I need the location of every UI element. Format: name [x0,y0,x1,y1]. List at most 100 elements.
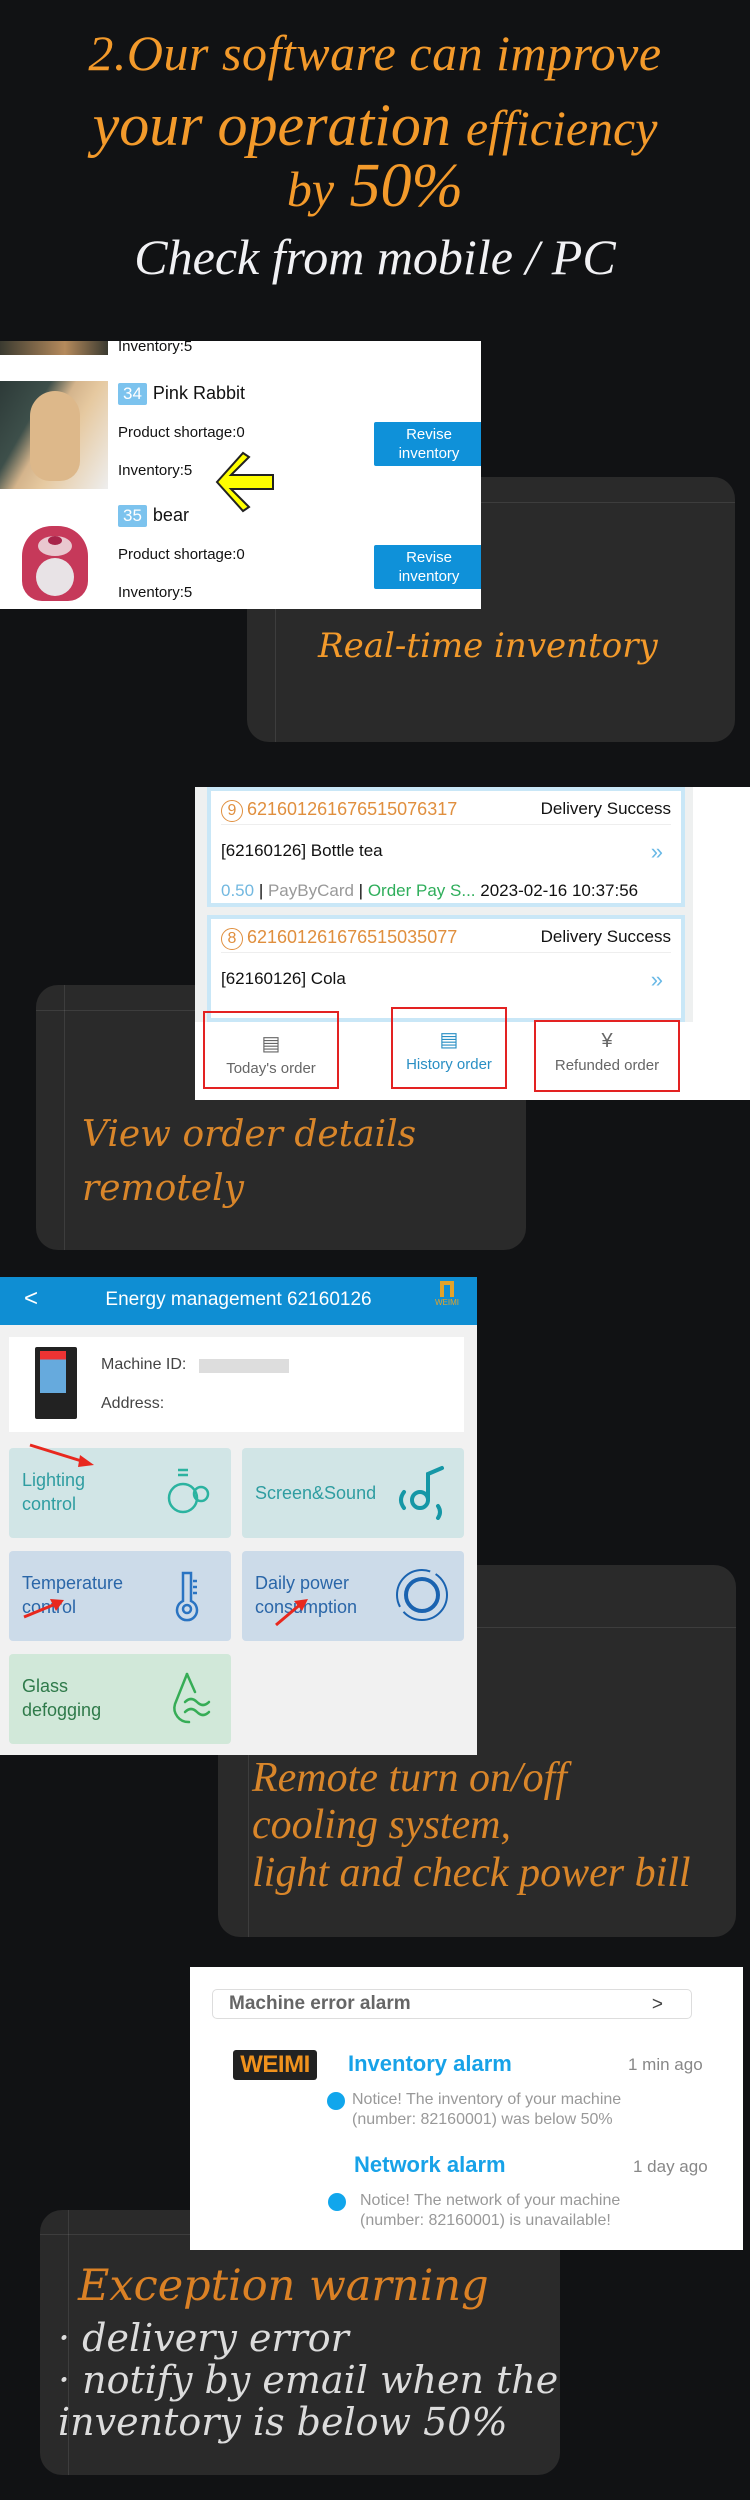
product-name: Pink Rabbit [152,383,245,403]
exception-bullets: · delivery error · notify by email when … [58,2316,559,2444]
bulb-gear-icon [167,1468,210,1514]
notification-dot-icon [327,2092,345,2110]
energy-header: < Energy management 62160126 WEIMI [0,1277,477,1325]
alarm-header-label: Machine error alarm [229,1993,411,2014]
music-note-sound-icon [399,1466,444,1520]
product-image-pink-rabbit [0,381,108,489]
energy-panel: < Energy management 62160126 WEIMI Machi… [0,1277,477,1755]
order-status: Delivery Success [540,927,671,946]
order-card[interactable]: 8 621601261676515035077 Delivery Success … [207,915,685,1022]
tile-label: control [22,1494,77,1514]
headline-by: by [286,161,335,217]
tile-glass-defogging[interactable]: Glass defogging [9,1654,231,1744]
weimi-logo: WEIMI [435,1281,459,1307]
water-drop-waves-icon [173,1672,211,1724]
revise-inventory-button[interactable]: Revise inventory [374,545,481,589]
inventory-count: Inventory:5 [118,341,193,355]
bullet-item: · delivery error [58,2316,349,2360]
headline-efficiency: efficiency [465,100,658,156]
tile-label: Screen&Sound [255,1483,377,1503]
refund-yen-icon: ¥ [601,1030,613,1052]
tile-label: Temperature [22,1573,124,1593]
alarm-time: 1 min ago [628,2055,703,2074]
inventory-count: Inventory:5 [118,462,193,479]
tab-history-order[interactable]: ▤ History order [391,1007,507,1089]
headline-operation: your operation [92,92,451,158]
order-id: 621601261676515035077 [247,927,458,947]
address-label: Address: [101,1395,165,1412]
order-pay-status: Order Pay S... [367,881,476,900]
orders-panel: 9 621601261676515076317 Delivery Success … [195,787,750,1100]
order-index: 8 [221,928,243,950]
product-number-badge: 35 [118,505,147,527]
alarm-panel: Machine error alarm > WEIMI Inventory al… [190,1967,743,2250]
machine-error-alarm-row[interactable]: Machine error alarm > [212,1989,692,2019]
tab-label: History order [406,1056,492,1073]
thermometer-icon [175,1571,199,1622]
product-shortage: Product shortage:0 [118,546,245,563]
chevron-right-icon: > [651,1994,663,2015]
order-card[interactable]: 9 621601261676515076317 Delivery Success … [207,787,685,907]
order-meta: 0.50 | PayByCard | Order Pay S... 2023-0… [221,881,639,900]
tile-label: Daily power [255,1573,350,1593]
power-ring-icon [396,1569,448,1621]
order-status: Delivery Success [540,799,671,818]
order-index: 9 [221,800,243,822]
caption-real-time-inventory: Real-time inventory [318,626,658,666]
caption-remote-control: Remote turn on/off cooling system, light… [252,1755,691,1897]
product-image [0,341,108,355]
order-payment: PayByCard [267,881,354,900]
product-image-bear [0,506,108,609]
bullet-item: inventory is below 50% [58,2399,508,2444]
revise-inventory-button[interactable]: Revise inventory [374,422,481,466]
alarm-time: 1 day ago [633,2157,708,2176]
machine-id-redacted [199,1359,289,1373]
alarm-title[interactable]: Inventory alarm [348,2051,512,2077]
weimi-logo: WEIMI [233,2050,317,2080]
headline-percent: 50% [349,152,464,220]
tile-daily-power-consumption[interactable]: Daily power consumption [242,1551,464,1641]
product-shortage: Product shortage:0 [118,424,245,441]
caption-line: View order details [82,1114,417,1155]
machine-id-label: Machine ID: [101,1356,187,1373]
yellow-arrow-left-icon [215,451,274,513]
tile-label: Glass [22,1676,69,1696]
product-title: 34 Pink Rabbit [118,383,245,405]
caption-view-orders: View order details remotely [82,1108,416,1216]
headline-line-3: by 50% [0,155,750,217]
caption-line: Remote turn on/off [252,1755,567,1801]
order-product: [62160126] Bottle tea [221,841,383,860]
energy-title: Energy management 62160126 [105,1289,372,1310]
order-datetime: 2023-02-16 10:37:56 [480,881,639,900]
machine-info-card: Machine ID: Address: [9,1337,464,1432]
double-chevron-right-icon[interactable]: » [651,967,663,993]
alarm-message: Notice! The inventory of your machine (nu… [352,2091,622,2128]
product-number-badge: 34 [118,383,147,405]
red-arrow-icon [29,1443,94,1467]
tab-label: Today's order [226,1060,316,1077]
alarm-message: Notice! The network of your machine (numb… [360,2192,621,2229]
tile-screen-sound[interactable]: Screen&Sound [242,1448,464,1538]
caption-exception-warning: Exception warning [78,2261,489,2311]
headline-line-2: your operation efficiency [0,95,750,155]
headline-line-1: 2.Our software can improve [88,25,662,81]
inventory-panel: Inventory:5 34 Pink Rabbit Product shorta… [0,341,481,609]
tab-refunded-order[interactable]: ¥ Refunded order [534,1020,680,1092]
product-title: 35 bear [118,505,189,527]
document-icon: ▤ [261,1033,281,1055]
red-arrow-icon [23,1599,64,1619]
inventory-count: Inventory:5 [118,584,193,601]
order-amount: 0.50 [221,881,255,900]
notification-dot-icon [328,2193,346,2211]
bullet-item: · notify by email when the [58,2357,559,2402]
double-chevron-right-icon[interactable]: » [651,839,663,865]
alarm-title[interactable]: Network alarm [354,2152,506,2178]
tab-todays-order[interactable]: ▤ Today's order [203,1011,339,1089]
order-id: 621601261676515076317 [247,799,458,819]
product-name: bear [152,505,189,525]
order-product: [62160126] Cola [221,969,346,988]
caption-line: light and check power bill [252,1849,691,1896]
document-icon: ▤ [439,1029,459,1051]
tile-temperature-control[interactable]: Temperaturecontrol [9,1551,231,1641]
headline-subtitle: Check from mobile / PC [134,229,616,285]
